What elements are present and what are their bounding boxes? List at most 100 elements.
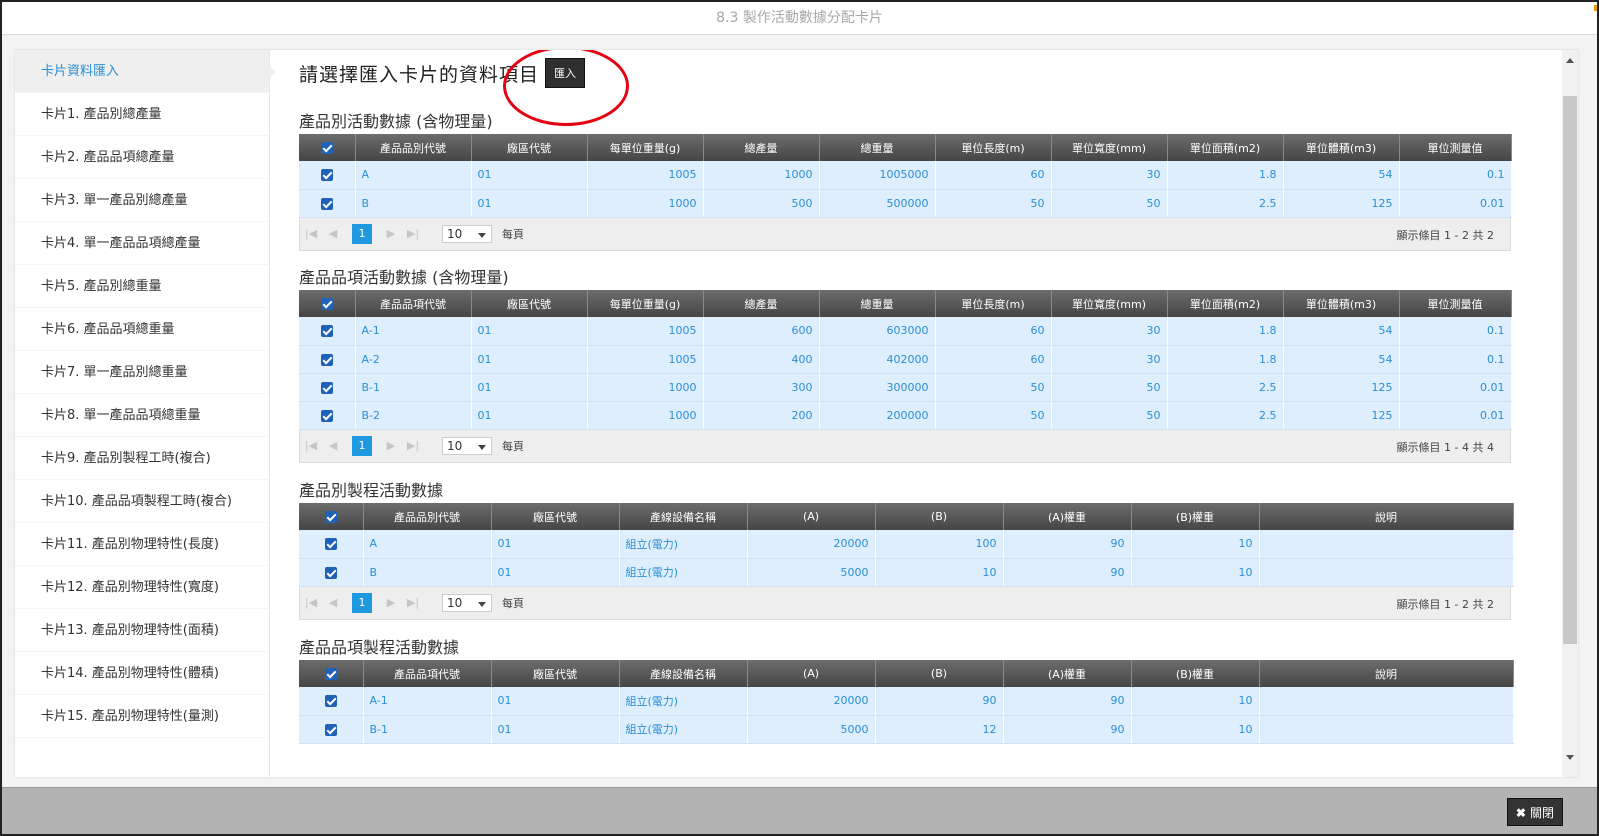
table-row[interactable]: B-2 01 1000 200 200000 50 50 2.5 125 0.01	[299, 401, 1512, 430]
row-checkbox[interactable]	[299, 687, 364, 716]
table-row[interactable]: B-1 01 組立(電力) 5000 12 90 10	[299, 715, 1514, 744]
column-header[interactable]: 產線設備名稱	[619, 503, 748, 530]
checkbox-icon[interactable]	[320, 381, 333, 394]
column-header[interactable]: (B)	[875, 660, 1004, 687]
column-header[interactable]: 產線設備名稱	[619, 660, 748, 687]
column-header[interactable]: 廠區代號	[491, 503, 620, 530]
sidebar-item[interactable]: 卡片11. 產品別物理特性(長度)	[15, 523, 269, 566]
column-header[interactable]: 總產量	[703, 290, 820, 317]
row-checkbox[interactable]	[299, 189, 356, 218]
checkbox-icon[interactable]	[324, 566, 337, 579]
column-header[interactable]: 單位測量值	[1399, 290, 1512, 317]
column-header[interactable]: 產品品別代號	[355, 134, 472, 161]
column-header[interactable]: 總產量	[703, 134, 820, 161]
checkbox-icon[interactable]	[320, 325, 333, 338]
checkbox-icon[interactable]	[324, 538, 337, 551]
column-header[interactable]: 產品品別代號	[363, 503, 492, 530]
sidebar-item[interactable]: 卡片1. 產品別總產量	[15, 93, 269, 136]
page-size-select[interactable]: 10	[442, 593, 492, 612]
sidebar-item[interactable]: 卡片14. 產品別物理特性(體積)	[15, 652, 269, 695]
current-page-button[interactable]: 1	[352, 435, 372, 456]
column-header[interactable]: 單位測量值	[1399, 134, 1512, 161]
checkbox-icon[interactable]	[324, 511, 337, 523]
sidebar-item[interactable]: 卡片9. 產品別製程工時(複合)	[15, 437, 269, 480]
sidebar-item[interactable]: 卡片3. 單一產品別總產量	[15, 179, 269, 222]
column-header[interactable]: (B)權重	[1131, 660, 1260, 687]
select-all-checkbox[interactable]	[299, 503, 364, 530]
sidebar-item[interactable]: 卡片8. 單一產品品項總重量	[15, 394, 269, 437]
sidebar-item[interactable]: 卡片4. 單一產品品項總產量	[15, 222, 269, 265]
select-all-checkbox[interactable]	[299, 134, 356, 161]
row-checkbox[interactable]	[299, 530, 364, 559]
checkbox-icon[interactable]	[320, 298, 333, 310]
next-page-icon[interactable]: ▶	[380, 439, 402, 452]
column-header[interactable]: 單位寬度(mm)	[1051, 134, 1168, 161]
first-page-icon[interactable]: |◀	[300, 227, 322, 240]
page-size-select[interactable]: 10	[442, 436, 492, 455]
sidebar-item[interactable]: 卡片10. 產品品項製程工時(複合)	[15, 480, 269, 523]
sidebar-item[interactable]: 卡片2. 產品品項總產量	[15, 136, 269, 179]
column-header[interactable]: 廠區代號	[471, 134, 588, 161]
column-header[interactable]: (A)	[747, 660, 876, 687]
checkbox-icon[interactable]	[320, 142, 333, 154]
next-page-icon[interactable]: ▶	[380, 596, 402, 609]
table-row[interactable]: A-1 01 1005 600 603000 60 30 1.8 54 0.1	[299, 317, 1512, 346]
close-button[interactable]: ✖ 關閉	[1506, 798, 1563, 826]
column-header[interactable]: (B)	[875, 503, 1004, 530]
column-header[interactable]: 廠區代號	[491, 660, 620, 687]
current-page-button[interactable]: 1	[352, 592, 372, 613]
vertical-scrollbar[interactable]	[1562, 50, 1578, 777]
checkbox-icon[interactable]	[320, 409, 333, 422]
table-row[interactable]: A 01 1005 1000 1005000 60 30 1.8 54 0.1	[299, 161, 1512, 190]
column-header[interactable]: (B)權重	[1131, 503, 1260, 530]
first-page-icon[interactable]: |◀	[300, 596, 322, 609]
row-checkbox[interactable]	[299, 161, 356, 190]
prev-page-icon[interactable]: ◀	[322, 227, 344, 240]
checkbox-icon[interactable]	[320, 353, 333, 366]
column-header[interactable]: (A)	[747, 503, 876, 530]
next-page-icon[interactable]: ▶	[380, 227, 402, 240]
column-header[interactable]: 總重量	[819, 134, 936, 161]
scroll-up-arrow-icon[interactable]	[1566, 58, 1574, 63]
sidebar-item[interactable]: 卡片15. 產品別物理特性(量測)	[15, 695, 269, 738]
row-checkbox[interactable]	[299, 345, 356, 374]
last-page-icon[interactable]: ▶|	[402, 439, 424, 452]
column-header[interactable]: 產品品項代號	[355, 290, 472, 317]
scroll-thumb[interactable]	[1563, 96, 1577, 644]
page-size-select[interactable]: 10	[442, 224, 492, 243]
column-header[interactable]: 每單位重量(g)	[587, 290, 704, 317]
table-row[interactable]: A-2 01 1005 400 402000 60 30 1.8 54 0.1	[299, 345, 1512, 374]
column-header[interactable]: 單位體積(m3)	[1283, 290, 1400, 317]
table-row[interactable]: B-1 01 1000 300 300000 50 50 2.5 125 0.01	[299, 373, 1512, 402]
import-button[interactable]: 匯入	[545, 58, 586, 88]
column-header[interactable]: 單位長度(m)	[935, 290, 1052, 317]
checkbox-icon[interactable]	[324, 668, 337, 680]
select-all-checkbox[interactable]	[299, 290, 356, 317]
row-checkbox[interactable]	[299, 558, 364, 587]
last-page-icon[interactable]: ▶|	[402, 596, 424, 609]
row-checkbox[interactable]	[299, 373, 356, 402]
select-all-checkbox[interactable]	[299, 660, 364, 687]
table-row[interactable]: A-1 01 組立(電力) 20000 90 90 10	[299, 687, 1514, 716]
checkbox-icon[interactable]	[324, 695, 337, 708]
scroll-down-arrow-icon[interactable]	[1566, 755, 1574, 760]
sidebar-item[interactable]: 卡片12. 產品別物理特性(寬度)	[15, 566, 269, 609]
column-header[interactable]: (A)權重	[1003, 660, 1132, 687]
last-page-icon[interactable]: ▶|	[402, 227, 424, 240]
column-header[interactable]: 每單位重量(g)	[587, 134, 704, 161]
column-header[interactable]: 單位體積(m3)	[1283, 134, 1400, 161]
column-header[interactable]: 產品品項代號	[363, 660, 492, 687]
sidebar-item[interactable]: 卡片資料匯入	[15, 50, 276, 93]
column-header[interactable]: 說明	[1259, 660, 1514, 687]
column-header[interactable]: 總重量	[819, 290, 936, 317]
checkbox-icon[interactable]	[320, 197, 333, 210]
row-checkbox[interactable]	[299, 715, 364, 744]
row-checkbox[interactable]	[299, 401, 356, 430]
sidebar-item[interactable]: 卡片13. 產品別物理特性(面積)	[15, 609, 269, 652]
sidebar-item[interactable]: 卡片6. 產品品項總重量	[15, 308, 269, 351]
column-header[interactable]: 單位長度(m)	[935, 134, 1052, 161]
sidebar-item[interactable]: 卡片7. 單一產品別總重量	[15, 351, 269, 394]
column-header[interactable]: 單位寬度(mm)	[1051, 290, 1168, 317]
table-row[interactable]: A 01 組立(電力) 20000 100 90 10	[299, 530, 1514, 559]
column-header[interactable]: 單位面積(m2)	[1167, 134, 1284, 161]
